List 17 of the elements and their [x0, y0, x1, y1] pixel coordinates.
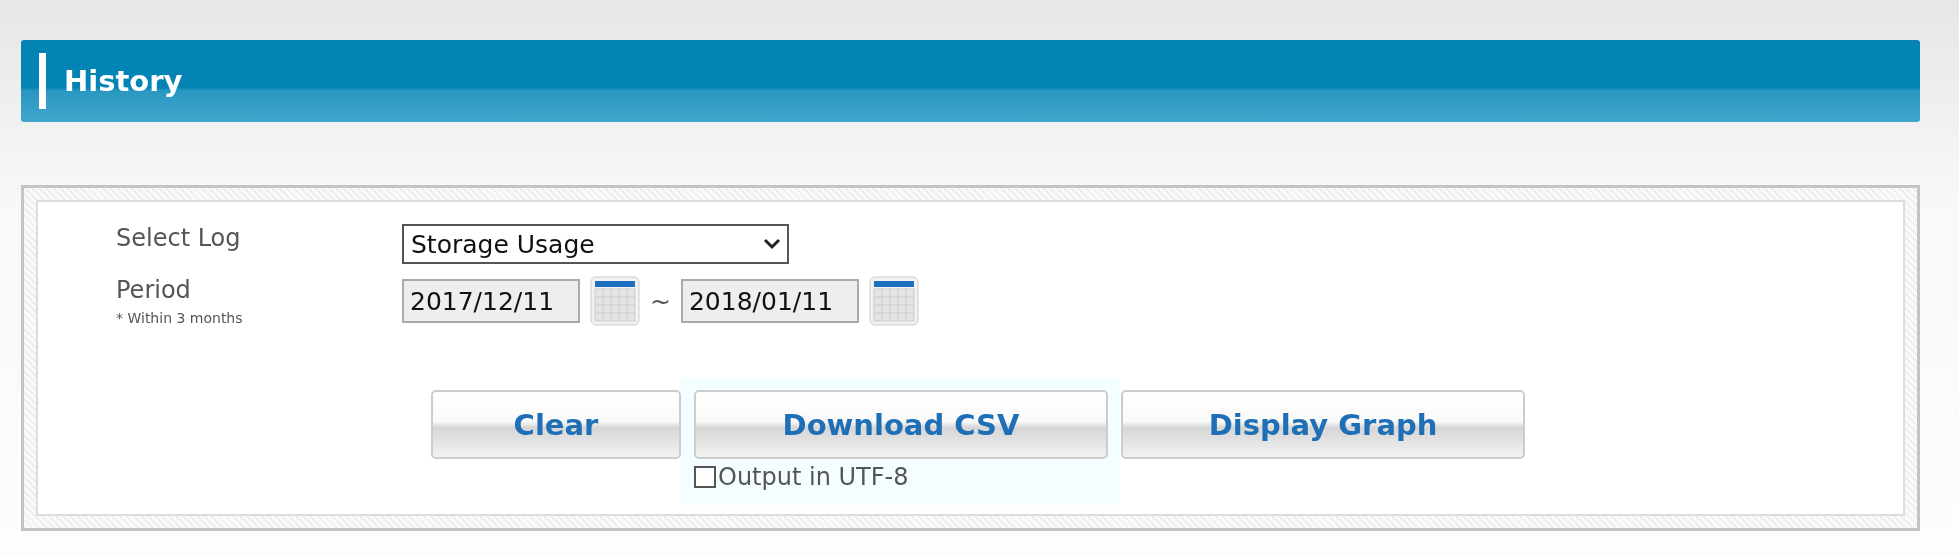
utf8-option-label: Output in UTF-8 — [718, 463, 909, 491]
end-date-field[interactable]: 2018/01/11 — [680, 279, 859, 323]
action-button[interactable]: Display Graph — [1121, 390, 1525, 459]
select-log-label: Select Log — [116, 224, 241, 252]
checkbox[interactable] — [694, 466, 716, 488]
period-label: Period — [116, 276, 192, 304]
start-date-field[interactable]: 2017/12/11 — [402, 279, 580, 323]
calendar-icon[interactable] — [868, 276, 919, 326]
log-select[interactable]: Storage Usage — [402, 224, 789, 264]
title-accent-bar — [39, 53, 46, 109]
range-separator: ~ — [650, 286, 671, 316]
caret-icon — [763, 238, 781, 250]
download-csv-button[interactable]: Download CSV — [694, 390, 1108, 459]
action-button[interactable]: Clear — [431, 390, 681, 459]
calendar-icon[interactable] — [590, 276, 640, 326]
page-title: History — [64, 64, 183, 98]
period-note: * Within 3 months — [116, 310, 244, 326]
